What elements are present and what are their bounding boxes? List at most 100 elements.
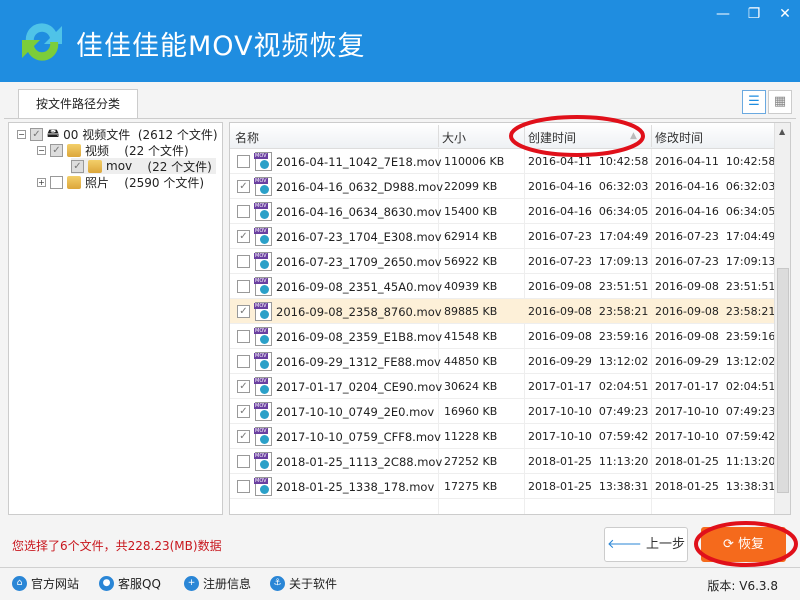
file-row[interactable]: ✓ 2016-07-23_1704_E308.mov62914 KB 2016-07… [230,224,775,249]
back-button[interactable]: 🡐 上一步 [604,527,688,562]
sort-ascending-icon: ▲ [630,131,637,141]
user-add-icon: + [184,576,199,591]
file-row[interactable]: 2016-09-29_1312_FE88.mov44850 KB 2016-09-… [230,349,775,374]
file-row[interactable]: 2016-04-16_0634_8630.mov15400 KB 2016-04-… [230,199,775,224]
collapse-icon[interactable]: − [37,145,46,155]
file-size: 15400 KB [444,205,498,218]
column-name[interactable]: 名称 [235,129,259,146]
tree-checkbox[interactable]: ✓ [50,143,63,157]
file-created: 2016-09-08 23:59:16 [528,330,649,343]
file-checkbox[interactable] [237,205,250,218]
footer-link-register[interactable]: + 注册信息 [184,575,251,592]
file-name: 2016-04-16_0632_D988.mov [276,180,444,194]
file-row[interactable]: 2018-01-25_1113_2C88.mov27252 KB 2018-01-… [230,449,775,474]
file-row[interactable]: ✓ 2017-10-10_0759_CFF8.mov11228 KB 2017-10… [230,424,775,449]
tree-checkbox[interactable]: ✓ [71,159,84,173]
footer-link-website[interactable]: ⌂ 官方网站 [12,575,79,592]
selection-status: 您选择了6个文件，共228.23(MB)数据 [12,539,222,553]
file-checkbox[interactable] [237,330,250,343]
file-name: 2016-09-08_2351_45A0.mov [276,280,443,294]
footer-label: 关于软件 [289,577,338,591]
collapse-icon[interactable]: − [17,129,26,139]
file-name: 2018-01-25_1113_2C88.mov [276,455,443,469]
file-checkbox[interactable] [237,155,250,168]
file-row[interactable]: ✓ 2016-04-16_0632_D988.mov22099 KB 2016-04… [230,174,775,199]
file-name: 2016-04-16_0634_8630.mov [276,205,442,219]
file-checkbox[interactable]: ✓ [237,180,250,193]
tree-count: (22 个文件) [124,143,189,158]
column-size[interactable]: 大小 [442,129,466,146]
file-row[interactable]: 2016-09-08_2351_45A0.mov40939 KB 2016-09-… [230,274,776,299]
file-row[interactable]: 2018-01-25_1338_178.mov 17275 KB 2018-01-2… [230,474,775,499]
minimize-button[interactable]: — [712,6,734,26]
file-checkbox[interactable]: ✓ [237,380,250,393]
file-size: 22099 KB [444,180,498,193]
list-view-button[interactable]: ☰ [742,90,766,114]
column-divider[interactable] [524,125,525,147]
file-checkbox[interactable]: ✓ [237,230,250,243]
footer-link-qq[interactable]: ● 客服QQ [99,575,161,592]
file-row[interactable]: 2016-04-11_1042_7E18.mov110006 KB 2016-04… [230,149,775,174]
expand-icon[interactable]: + [37,177,46,187]
file-size: 17275 KB [444,480,498,493]
tree-node-videos[interactable]: − ✓ 视频 (22 个文件) [37,142,189,158]
scroll-up-icon[interactable]: ▲ [779,127,785,136]
file-row[interactable]: 2016-09-08_2359_E1B8.mov41548 KB 2016-09-… [230,324,775,349]
tree-label: mov [106,159,133,173]
file-checkbox[interactable]: ✓ [237,305,250,318]
file-checkbox[interactable] [237,455,250,468]
tree-checkbox[interactable] [50,175,63,189]
file-checkbox[interactable] [237,280,250,293]
file-size: 110006 KB [444,155,505,168]
file-name: 2016-04-11_1042_7E18.mov [276,155,442,169]
file-created: 2016-04-11 10:42:58 [528,155,649,168]
file-checkbox[interactable] [237,480,250,493]
mov-file-icon [254,202,272,221]
tree-count: (2590 个文件) [124,175,204,190]
title-bar: 佳佳佳能MOV视频恢复 — ❐ ✕ [0,0,800,82]
file-modified: 2016-09-08 23:51:51 [655,280,776,293]
column-created[interactable]: 创建时间 [528,129,576,146]
tree-checkbox[interactable]: ✓ [30,127,43,141]
file-checkbox[interactable] [237,355,250,368]
file-row[interactable]: 2016-07-23_1709_2650.mov56922 KB 2016-07-… [230,249,776,274]
grid-view-button[interactable]: ▦ [768,90,792,114]
tree-node-root[interactable]: − ✓ 🖴 00 视频文件 (2612 个文件) [17,126,218,142]
tree-node-mov[interactable]: ✓ mov (22 个文件) [71,158,216,174]
recover-button[interactable]: ⟳ 恢复 [701,527,786,562]
footer-link-about[interactable]: ⚓ 关于软件 [270,575,337,592]
file-checkbox[interactable]: ✓ [237,430,250,443]
file-created: 2016-04-16 06:32:03 [528,180,649,193]
tree-label: 00 视频文件 [63,127,131,142]
file-row[interactable]: ✓ 2016-09-08_2358_8760.mov89885 KB 2016-09… [230,299,775,324]
column-divider[interactable] [438,125,439,147]
file-row[interactable]: ✓ 2017-10-10_0749_2E0.mov 16960 KB 2017-10-… [230,399,776,424]
tab-by-path[interactable]: 按文件路径分类 [18,89,138,119]
info-icon: ⚓ [270,576,285,591]
mov-file-icon [254,252,272,271]
scrollbar-thumb[interactable] [777,268,789,493]
file-checkbox[interactable]: ✓ [237,405,250,418]
file-created: 2016-07-23 17:09:13 [528,255,649,268]
column-modified[interactable]: 修改时间 [655,129,703,146]
file-row[interactable]: ✓ 2017-01-17_0204_CE90.mov30624 KB 2017-01… [230,374,775,399]
file-name: 2016-09-08_2358_8760.mov [276,305,442,319]
file-checkbox[interactable] [237,255,250,268]
file-created: 2017-10-10 07:49:23 [528,405,649,418]
file-created: 2016-09-29 13:12:02 [528,355,649,368]
file-size: 30624 KB [444,380,498,393]
file-modified: 2017-10-10 07:49:23 [655,405,776,418]
maximize-button[interactable]: ❐ [743,6,765,26]
file-list: 名称 大小 创建时间 ▲ 修改时间 2016-04-11_1042_7E18.m… [229,122,791,515]
mov-file-icon [254,277,272,296]
footer-divider [0,567,800,568]
file-modified: 2016-07-23 17:09:13 [655,255,776,268]
mov-file-icon [254,327,272,346]
mov-file-icon [254,352,272,371]
file-size: 11228 KB [444,430,498,443]
tree-node-photos[interactable]: + 照片 (2590 个文件) [37,174,204,190]
column-divider[interactable] [651,125,652,147]
close-button[interactable]: ✕ [774,6,796,26]
vertical-scrollbar[interactable]: ▲ [774,123,790,514]
mov-file-icon [254,477,272,496]
